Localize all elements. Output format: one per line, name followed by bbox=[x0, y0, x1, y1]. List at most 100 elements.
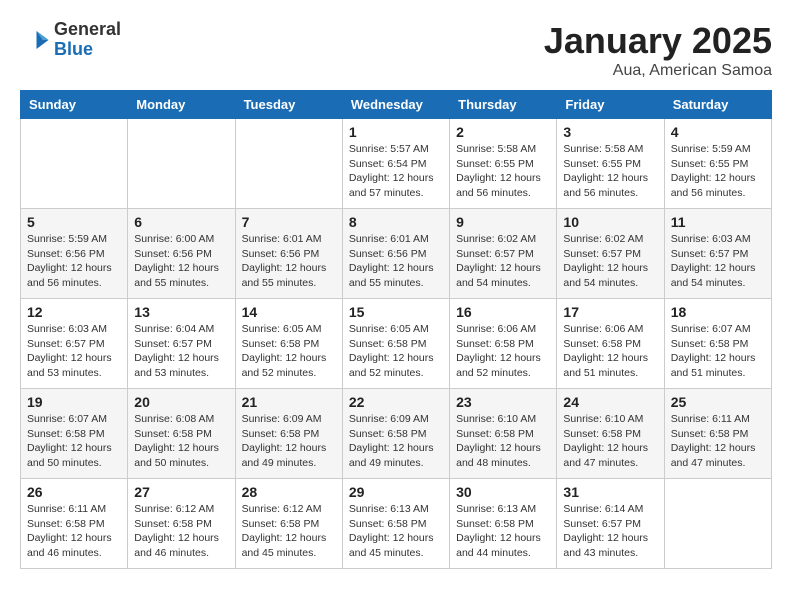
day-number: 9 bbox=[456, 214, 550, 230]
day-number: 22 bbox=[349, 394, 443, 410]
table-cell: 15 Sunrise: 6:05 AM Sunset: 6:58 PM Dayli… bbox=[342, 299, 449, 389]
day-number: 28 bbox=[242, 484, 336, 500]
calendar-title: January 2025 bbox=[544, 20, 772, 62]
calendar-body: 1Sunrise: 5:57 AM Sunset: 6:54 PM Daylig… bbox=[21, 119, 772, 569]
day-info: Sunrise: 6:13 AM Sunset: 6:58 PM Dayligh… bbox=[456, 502, 550, 561]
day-number: 1 bbox=[349, 124, 443, 140]
calendar-row: 26Sunrise: 6:11 AM Sunset: 6:58 PM Dayli… bbox=[21, 479, 772, 569]
day-number: 29 bbox=[349, 484, 443, 500]
day-number: 19 bbox=[27, 394, 121, 410]
day-number: 10 bbox=[563, 214, 657, 230]
day-number: 13 bbox=[134, 304, 228, 320]
table-cell: 8 Sunrise: 6:01 AM Sunset: 6:56 PM Daylig… bbox=[342, 209, 449, 299]
table-cell: 20Sunrise: 6:08 AM Sunset: 6:58 PM Dayli… bbox=[128, 389, 235, 479]
day-info: Sunrise: 6:05 AM Sunset: 6:58 PM Dayligh… bbox=[242, 322, 336, 381]
title-block: January 2025 Aua, American Samoa bbox=[544, 20, 772, 80]
day-info: Sunrise: 6:01 AM Sunset: 6:56 PM Dayligh… bbox=[242, 232, 336, 291]
table-cell: 3 Sunrise: 5:58 AM Sunset: 6:55 PM Daylig… bbox=[557, 119, 664, 209]
header-row: Sunday Monday Tuesday Wednesday Thursday… bbox=[21, 91, 772, 119]
day-info: Sunrise: 5:58 AM Sunset: 6:55 PM Dayligh… bbox=[456, 142, 550, 201]
table-cell: 16 Sunrise: 6:06 AM Sunset: 6:58 PM Dayli… bbox=[450, 299, 557, 389]
calendar-header: Sunday Monday Tuesday Wednesday Thursday… bbox=[21, 91, 772, 119]
day-info: Sunrise: 6:06 AM Sunset: 6:58 PM Dayligh… bbox=[563, 322, 657, 381]
table-cell: 24 Sunrise: 6:10 AM Sunset: 6:58 PM Dayli… bbox=[557, 389, 664, 479]
table-cell: 22 Sunrise: 6:09 AM Sunset: 6:58 PM Dayli… bbox=[342, 389, 449, 479]
table-cell: 19 Sunrise: 6:07 AM Sunset: 6:58 PM Dayli… bbox=[21, 389, 128, 479]
table-cell: 11Sunrise: 6:03 AM Sunset: 6:57 PM Dayli… bbox=[664, 209, 771, 299]
table-cell: 30Sunrise: 6:13 AM Sunset: 6:58 PM Dayli… bbox=[450, 479, 557, 569]
logo-icon bbox=[20, 25, 50, 55]
day-info: Sunrise: 5:58 AM Sunset: 6:55 PM Dayligh… bbox=[563, 142, 657, 201]
day-number: 8 bbox=[349, 214, 443, 230]
col-tuesday: Tuesday bbox=[235, 91, 342, 119]
day-info: Sunrise: 6:07 AM Sunset: 6:58 PM Dayligh… bbox=[27, 412, 121, 471]
day-number: 17 bbox=[563, 304, 657, 320]
day-info: Sunrise: 6:09 AM Sunset: 6:58 PM Dayligh… bbox=[242, 412, 336, 471]
day-number: 7 bbox=[242, 214, 336, 230]
table-cell: 9Sunrise: 6:02 AM Sunset: 6:57 PM Daylig… bbox=[450, 209, 557, 299]
table-cell: 28 Sunrise: 6:12 AM Sunset: 6:58 PM Dayli… bbox=[235, 479, 342, 569]
col-saturday: Saturday bbox=[664, 91, 771, 119]
calendar-row: 19 Sunrise: 6:07 AM Sunset: 6:58 PM Dayli… bbox=[21, 389, 772, 479]
table-cell: 13 Sunrise: 6:04 AM Sunset: 6:57 PM Dayli… bbox=[128, 299, 235, 389]
day-number: 5 bbox=[27, 214, 121, 230]
table-cell bbox=[128, 119, 235, 209]
day-info: Sunrise: 6:04 AM Sunset: 6:57 PM Dayligh… bbox=[134, 322, 228, 381]
day-info: Sunrise: 6:12 AM Sunset: 6:58 PM Dayligh… bbox=[134, 502, 228, 561]
day-number: 4 bbox=[671, 124, 765, 140]
table-cell: 5Sunrise: 5:59 AM Sunset: 6:56 PM Daylig… bbox=[21, 209, 128, 299]
day-info: Sunrise: 6:08 AM Sunset: 6:58 PM Dayligh… bbox=[134, 412, 228, 471]
day-info: Sunrise: 6:12 AM Sunset: 6:58 PM Dayligh… bbox=[242, 502, 336, 561]
logo-text: General Blue bbox=[54, 20, 121, 60]
day-info: Sunrise: 6:00 AM Sunset: 6:56 PM Dayligh… bbox=[134, 232, 228, 291]
day-number: 24 bbox=[563, 394, 657, 410]
day-info: Sunrise: 6:06 AM Sunset: 6:58 PM Dayligh… bbox=[456, 322, 550, 381]
col-monday: Monday bbox=[128, 91, 235, 119]
calendar-table: Sunday Monday Tuesday Wednesday Thursday… bbox=[20, 90, 772, 569]
table-cell: 18Sunrise: 6:07 AM Sunset: 6:58 PM Dayli… bbox=[664, 299, 771, 389]
day-info: Sunrise: 6:05 AM Sunset: 6:58 PM Dayligh… bbox=[349, 322, 443, 381]
table-cell: 6 Sunrise: 6:00 AM Sunset: 6:56 PM Daylig… bbox=[128, 209, 235, 299]
day-number: 18 bbox=[671, 304, 765, 320]
day-number: 23 bbox=[456, 394, 550, 410]
day-number: 12 bbox=[27, 304, 121, 320]
calendar-row: 5Sunrise: 5:59 AM Sunset: 6:56 PM Daylig… bbox=[21, 209, 772, 299]
table-cell: 27Sunrise: 6:12 AM Sunset: 6:58 PM Dayli… bbox=[128, 479, 235, 569]
day-number: 2 bbox=[456, 124, 550, 140]
calendar-row: 1Sunrise: 5:57 AM Sunset: 6:54 PM Daylig… bbox=[21, 119, 772, 209]
day-number: 15 bbox=[349, 304, 443, 320]
day-info: Sunrise: 6:14 AM Sunset: 6:57 PM Dayligh… bbox=[563, 502, 657, 561]
day-number: 31 bbox=[563, 484, 657, 500]
table-cell: 12 Sunrise: 6:03 AM Sunset: 6:57 PM Dayli… bbox=[21, 299, 128, 389]
table-cell: 31 Sunrise: 6:14 AM Sunset: 6:57 PM Dayli… bbox=[557, 479, 664, 569]
table-cell: 2 Sunrise: 5:58 AM Sunset: 6:55 PM Daylig… bbox=[450, 119, 557, 209]
table-cell: 4 Sunrise: 5:59 AM Sunset: 6:55 PM Daylig… bbox=[664, 119, 771, 209]
table-cell: 23Sunrise: 6:10 AM Sunset: 6:58 PM Dayli… bbox=[450, 389, 557, 479]
day-info: Sunrise: 6:02 AM Sunset: 6:57 PM Dayligh… bbox=[563, 232, 657, 291]
table-cell: 17 Sunrise: 6:06 AM Sunset: 6:58 PM Dayli… bbox=[557, 299, 664, 389]
col-thursday: Thursday bbox=[450, 91, 557, 119]
day-info: Sunrise: 6:10 AM Sunset: 6:58 PM Dayligh… bbox=[563, 412, 657, 471]
table-cell: 7 Sunrise: 6:01 AM Sunset: 6:56 PM Daylig… bbox=[235, 209, 342, 299]
table-cell bbox=[235, 119, 342, 209]
calendar-subtitle: Aua, American Samoa bbox=[544, 62, 772, 80]
logo-blue: Blue bbox=[54, 40, 121, 60]
day-info: Sunrise: 6:13 AM Sunset: 6:58 PM Dayligh… bbox=[349, 502, 443, 561]
table-cell: 26Sunrise: 6:11 AM Sunset: 6:58 PM Dayli… bbox=[21, 479, 128, 569]
table-cell: 25 Sunrise: 6:11 AM Sunset: 6:58 PM Dayli… bbox=[664, 389, 771, 479]
day-number: 3 bbox=[563, 124, 657, 140]
day-number: 6 bbox=[134, 214, 228, 230]
day-info: Sunrise: 5:59 AM Sunset: 6:55 PM Dayligh… bbox=[671, 142, 765, 201]
day-number: 16 bbox=[456, 304, 550, 320]
logo: General Blue bbox=[20, 20, 121, 60]
day-number: 25 bbox=[671, 394, 765, 410]
day-info: Sunrise: 6:11 AM Sunset: 6:58 PM Dayligh… bbox=[671, 412, 765, 471]
day-info: Sunrise: 6:09 AM Sunset: 6:58 PM Dayligh… bbox=[349, 412, 443, 471]
table-cell: 14Sunrise: 6:05 AM Sunset: 6:58 PM Dayli… bbox=[235, 299, 342, 389]
day-info: Sunrise: 6:11 AM Sunset: 6:58 PM Dayligh… bbox=[27, 502, 121, 561]
day-number: 11 bbox=[671, 214, 765, 230]
day-info: Sunrise: 6:01 AM Sunset: 6:56 PM Dayligh… bbox=[349, 232, 443, 291]
table-cell: 10 Sunrise: 6:02 AM Sunset: 6:57 PM Dayli… bbox=[557, 209, 664, 299]
table-cell bbox=[664, 479, 771, 569]
day-info: Sunrise: 6:03 AM Sunset: 6:57 PM Dayligh… bbox=[27, 322, 121, 381]
